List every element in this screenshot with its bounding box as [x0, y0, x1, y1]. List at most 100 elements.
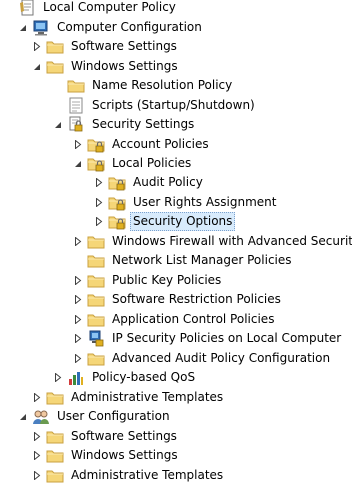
tree-node[interactable]: User Configuration	[18, 407, 173, 426]
tree-node[interactable]: Computer Configuration	[18, 18, 205, 37]
tree-node[interactable]: Network List Manager Policies	[73, 251, 295, 270]
collapse-arrow-icon[interactable]	[18, 407, 27, 426]
expand-arrow-icon[interactable]	[53, 368, 62, 387]
no-arrow-spacer	[73, 251, 82, 270]
tree-node[interactable]: Security Options	[94, 212, 236, 231]
tree-node[interactable]: Windows Settings	[32, 57, 181, 76]
folder-icon	[87, 252, 105, 270]
tree-node[interactable]: Policy-based QoS	[53, 368, 198, 387]
collapse-arrow-icon[interactable]	[32, 57, 41, 76]
tree-node[interactable]: Name Resolution Policy	[53, 76, 235, 95]
tree-node[interactable]: Software Restriction Policies	[73, 290, 284, 309]
tree-node-label[interactable]: User Configuration	[54, 407, 173, 426]
tree-node[interactable]: Local Computer Policy	[4, 0, 179, 17]
tree-node-label[interactable]: Name Resolution Policy	[89, 76, 235, 95]
tree-node-label[interactable]: Account Policies	[109, 135, 212, 154]
policy-document-icon	[18, 0, 36, 17]
tree-node-label[interactable]: Security Settings	[89, 115, 197, 134]
folder-icon	[46, 447, 64, 465]
security-settings-icon	[67, 116, 85, 134]
tree-node-label[interactable]: Policy-based QoS	[89, 368, 198, 387]
tree-node-label[interactable]: Application Control Policies	[109, 310, 277, 329]
tree-node[interactable]: Software Settings	[32, 37, 180, 56]
tree-node-label[interactable]: Software Restriction Policies	[109, 290, 284, 309]
tree-node[interactable]: Advanced Audit Policy Configuration	[73, 349, 333, 368]
tree-node-label[interactable]: Public Key Policies	[109, 271, 224, 290]
collapse-arrow-icon[interactable]	[18, 18, 27, 37]
tree-node-label[interactable]: Software Settings	[68, 37, 180, 56]
expand-arrow-icon[interactable]	[73, 271, 82, 290]
tree-node[interactable]: Local Policies	[73, 154, 194, 173]
expand-arrow-icon[interactable]	[94, 193, 103, 212]
policy-tree[interactable]: Local Computer Policy Computer Configura…	[0, 0, 352, 494]
folder-icon	[46, 428, 64, 446]
expand-arrow-icon[interactable]	[73, 310, 82, 329]
expand-arrow-icon[interactable]	[32, 37, 41, 56]
tree-node-label[interactable]: Windows Settings	[68, 446, 181, 465]
tree-node-label[interactable]: Computer Configuration	[54, 18, 205, 37]
tree-node-label[interactable]: Advanced Audit Policy Configuration	[109, 349, 333, 368]
folder-icon	[87, 291, 105, 309]
locked-folder-icon	[108, 194, 126, 212]
tree-node[interactable]: Account Policies	[73, 135, 212, 154]
collapse-arrow-icon[interactable]	[73, 154, 82, 173]
expand-arrow-icon[interactable]	[94, 212, 103, 231]
no-arrow-spacer	[53, 76, 62, 95]
collapse-arrow-icon[interactable]	[53, 115, 62, 134]
expand-arrow-icon[interactable]	[32, 388, 41, 407]
script-icon	[67, 97, 85, 115]
folder-icon	[87, 233, 105, 251]
tree-node[interactable]: User Rights Assignment	[94, 193, 279, 212]
folder-icon	[46, 58, 64, 76]
locked-folder-icon	[87, 155, 105, 173]
tree-node-label[interactable]: Windows Settings	[68, 57, 181, 76]
tree-node-label[interactable]: Software Settings	[68, 427, 180, 446]
expand-arrow-icon[interactable]	[94, 173, 103, 192]
computer-icon	[32, 19, 50, 37]
tree-node[interactable]: Public Key Policies	[73, 271, 224, 290]
tree-node[interactable]: Scripts (Startup/Shutdown)	[53, 96, 258, 115]
tree-node[interactable]: Administrative Templates	[32, 388, 226, 407]
tree-node-label[interactable]: Audit Policy	[130, 173, 206, 192]
tree-node[interactable]: IP Security Policies on Local Computer	[73, 329, 344, 348]
folder-icon	[87, 272, 105, 290]
tree-node[interactable]: Windows Settings	[32, 446, 181, 465]
tree-node[interactable]: Software Settings	[32, 427, 180, 446]
folder-icon	[46, 467, 64, 485]
locked-folder-icon	[108, 174, 126, 192]
tree-node-label[interactable]: Local Computer Policy	[40, 0, 179, 17]
tree-node[interactable]: Security Settings	[53, 115, 197, 134]
folder-icon	[67, 77, 85, 95]
tree-node-label[interactable]: Administrative Templates	[68, 388, 226, 407]
tree-node-label[interactable]: Scripts (Startup/Shutdown)	[89, 96, 258, 115]
ip-security-icon	[87, 330, 105, 348]
no-arrow-spacer	[53, 96, 62, 115]
tree-node[interactable]: Application Control Policies	[73, 310, 277, 329]
tree-node-label[interactable]: IP Security Policies on Local Computer	[109, 329, 344, 348]
expand-arrow-icon[interactable]	[73, 349, 82, 368]
locked-folder-icon	[108, 213, 126, 231]
expand-arrow-icon[interactable]	[32, 466, 41, 485]
folder-icon	[87, 350, 105, 368]
tree-node[interactable]: Audit Policy	[94, 173, 206, 192]
expand-arrow-icon[interactable]	[73, 232, 82, 251]
tree-node[interactable]: Windows Firewall with Advanced Security	[73, 232, 352, 251]
tree-node-label[interactable]: Administrative Templates	[68, 466, 226, 485]
folder-icon	[46, 389, 64, 407]
tree-node-label[interactable]: Security Options	[130, 212, 236, 231]
folder-icon	[46, 38, 64, 56]
expand-arrow-icon[interactable]	[32, 446, 41, 465]
folder-icon	[87, 311, 105, 329]
locked-folder-icon	[87, 136, 105, 154]
expand-arrow-icon[interactable]	[73, 290, 82, 309]
tree-node-label[interactable]: Windows Firewall with Advanced Security	[109, 232, 352, 251]
expand-arrow-icon[interactable]	[73, 329, 82, 348]
tree-node-label[interactable]: Local Policies	[109, 154, 194, 173]
tree-node[interactable]: Administrative Templates	[32, 466, 226, 485]
tree-node-label[interactable]: Network List Manager Policies	[109, 251, 295, 270]
users-icon	[32, 408, 50, 426]
no-arrow-spacer	[4, 0, 13, 17]
expand-arrow-icon[interactable]	[32, 427, 41, 446]
tree-node-label[interactable]: User Rights Assignment	[130, 193, 279, 212]
expand-arrow-icon[interactable]	[73, 135, 82, 154]
